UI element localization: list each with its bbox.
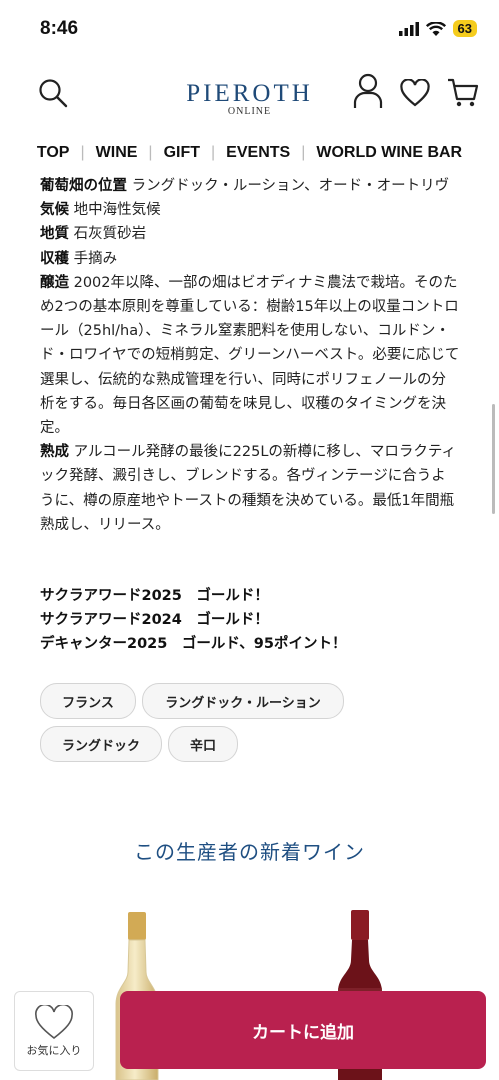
detail-climate: 気候 地中海性気候 xyxy=(40,198,460,222)
detail-text: 地中海性気候 xyxy=(69,202,161,219)
site-header: PIEROTH ONLINE xyxy=(0,60,499,130)
signal-icon xyxy=(398,21,419,36)
award-item: サクラアワード2024 ゴールド！ xyxy=(40,612,269,628)
nav-world-wine-bar[interactable]: WORLD WINE BAR xyxy=(305,144,473,162)
detail-label: 気候 xyxy=(40,202,69,219)
detail-text: 2002年以降、一部の畑はビオディナミ農法で栽培。そのため2つの基本原則を尊重し… xyxy=(40,274,460,437)
detail-soil: 地質 石灰質砂岩 xyxy=(40,222,460,246)
status-icons: 63 xyxy=(398,20,477,37)
detail-text: 手摘み xyxy=(69,250,118,267)
new-wines-section-title: この生産者の新着ワイン xyxy=(134,840,365,864)
logo-sub-text: ONLINE xyxy=(227,106,272,117)
detail-aging: 熟成 アルコール発酵の最後に225Lの新樽に移し、マロラクティック発酵、澱引きし… xyxy=(40,440,460,537)
awards-list: サクラアワード2025 ゴールド！ サクラアワード2024 ゴールド！ デキャン… xyxy=(40,584,346,656)
detail-label: 熟成 xyxy=(40,444,69,461)
detail-label: 収穫 xyxy=(40,250,69,267)
detail-text: 石灰質砂岩 xyxy=(69,226,147,243)
tag-dry[interactable]: 辛口 xyxy=(168,726,238,762)
nav-wine[interactable]: WINE xyxy=(85,144,149,162)
category-nav: TOP | WINE | GIFT | EVENTS | WORLD WINE … xyxy=(0,140,499,166)
detail-harvest: 収穫 手摘み xyxy=(40,247,460,271)
favorite-label: お気に入り xyxy=(26,1044,82,1057)
scrollbar[interactable] xyxy=(492,404,495,514)
nav-gift[interactable]: GIFT xyxy=(153,144,211,162)
heart-icon xyxy=(35,1005,73,1040)
tag-languedoc[interactable]: ラングドック xyxy=(40,726,162,762)
detail-label: 葡萄畑の位置 xyxy=(40,178,127,194)
status-bar: 8:46 63 xyxy=(0,0,499,60)
add-to-cart-button[interactable]: カートに追加 xyxy=(120,991,486,1069)
award-item: サクラアワード2025 ゴールド！ xyxy=(40,588,269,604)
add-to-cart-label: カートに追加 xyxy=(252,1022,354,1043)
cart-icon[interactable] xyxy=(447,78,479,108)
tag-france[interactable]: フランス xyxy=(40,683,136,719)
detail-vineyard: 葡萄畑の位置 ラングドック・ルーション、オード・オートリヴ xyxy=(40,174,460,198)
status-time: 8:46 xyxy=(40,18,79,39)
favorite-button[interactable]: お気に入り xyxy=(14,991,94,1071)
detail-winemaking: 醸造 2002年以降、一部の畑はビオディナミ農法で栽培。そのため2つの基本原則を… xyxy=(40,271,460,440)
wishlist-heart-icon[interactable] xyxy=(400,79,430,107)
detail-text: ラングドック・ルーション、オード・オートリヴ xyxy=(127,178,450,194)
award-item: デキャンター2025 ゴールド、95ポイント！ xyxy=(40,636,347,652)
battery-indicator: 63 xyxy=(452,20,477,37)
detail-label: 地質 xyxy=(40,226,69,243)
wifi-icon xyxy=(425,21,446,36)
tag-languedoc-roussillon[interactable]: ラングドック・ルーション xyxy=(142,683,344,719)
detail-text: アルコール発酵の最後に225Lの新樽に移し、マロラクティック発酵、澱引きし、ブレ… xyxy=(40,444,457,533)
nav-events[interactable]: EVENTS xyxy=(215,144,301,162)
detail-label: 醸造 xyxy=(40,274,69,291)
account-icon[interactable] xyxy=(353,73,383,109)
wine-details: 葡萄畑の位置 ラングドック・ルーション、オード・オートリヴ 気候 地中海性気候 … xyxy=(40,174,460,537)
nav-top[interactable]: TOP xyxy=(26,144,81,162)
